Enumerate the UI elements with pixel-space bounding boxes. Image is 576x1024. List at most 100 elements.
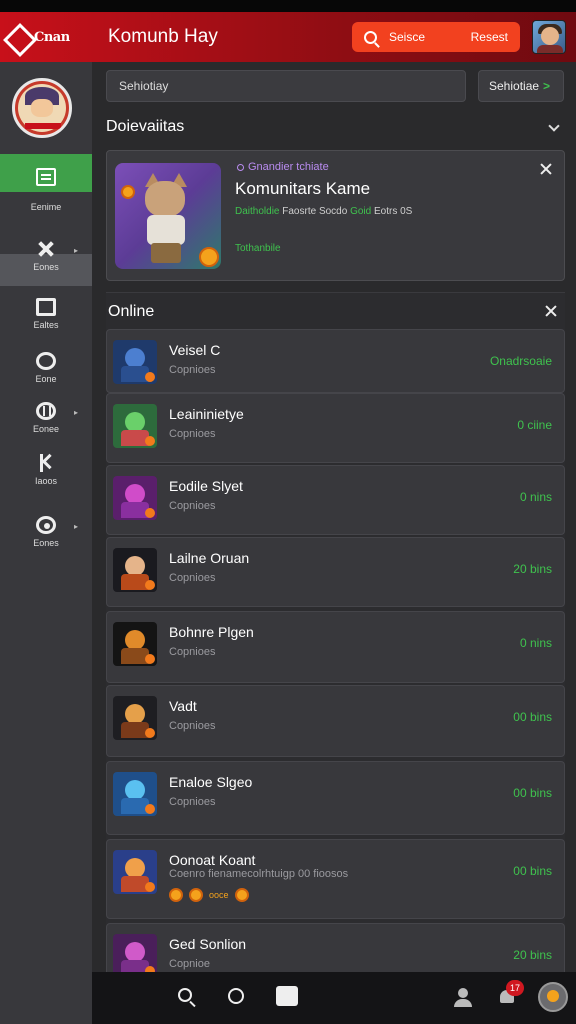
coin-icon (121, 185, 135, 199)
list-item-subtitle: Copnioes (169, 646, 216, 658)
reset-label[interactable]: Resest (471, 30, 508, 44)
status-text: 20 bins (513, 948, 552, 962)
coin-icon (234, 888, 249, 902)
sidebar-item-steam[interactable]: ▸ Eones (0, 516, 92, 572)
home-circle-icon[interactable] (228, 988, 244, 1004)
sidebar-item-eone[interactable]: Eone (0, 352, 92, 408)
art-character-torso (147, 215, 185, 245)
sidebar: Eenime ▸ Eones Ealtes Eone ▸ Eonee Iaoos… (0, 62, 92, 1024)
profile-avatar-face (31, 99, 53, 117)
thumb-head (125, 704, 145, 724)
thumb-head (125, 412, 145, 432)
globe-icon (36, 402, 56, 420)
game-thumbnail (113, 696, 157, 740)
thumb-head (125, 484, 145, 504)
steam-icon (36, 516, 56, 534)
list-item-name: Ged Sonlion (169, 936, 247, 952)
search-icon[interactable] (178, 988, 192, 1002)
sidebar-item-eones[interactable]: ▸ Eones (0, 240, 92, 296)
sidebar-item-label: Iaoos (34, 476, 58, 486)
game-thumbnail (113, 404, 157, 448)
filter-input[interactable]: Sehiotiay (106, 70, 466, 102)
sidebar-item-eonee[interactable]: ▸ Eonee (0, 402, 92, 458)
square-icon[interactable] (276, 986, 298, 1006)
list-item[interactable]: Vadt Copnioes 00 bins (106, 685, 565, 757)
list-item-name: Bohnre Plgen (169, 624, 254, 640)
status-text: 00 bins (513, 864, 552, 878)
coins-label: ooce (209, 890, 229, 900)
avatar-body (537, 45, 563, 53)
tag-dot-icon (237, 163, 244, 171)
list-item[interactable]: Bohnre Plgen Copnioes 0 nins (106, 611, 565, 683)
thumb-head (125, 942, 145, 962)
filter-button[interactable]: Sehiotiae > (478, 70, 564, 102)
featured-tag-label: Gnandier tchiate (248, 161, 329, 173)
crossed-swords-icon (36, 240, 56, 258)
profile-avatar[interactable] (12, 78, 72, 138)
game-thumbnail (113, 340, 157, 384)
coin-icon (145, 804, 155, 814)
list-item[interactable]: Leaininietye Copnioes 0 ciine (106, 393, 565, 463)
featured-game-desc: Daitholdie Faosrte Socdo Goid Eotrs 0S (235, 206, 412, 217)
section-title: Doievaiitas (106, 118, 185, 135)
featured-game-card[interactable]: Gnandier tchiate Komunitars Kame Daithol… (106, 150, 565, 281)
list-item-subtitle: Coenro fienamecolrhtuigp 00 fioosos (169, 868, 349, 880)
list-item-name: Vadt (169, 698, 197, 714)
online-title: Online (108, 303, 155, 320)
desc-text: Faosrte Socdo (279, 206, 351, 217)
coin-icon (145, 436, 155, 446)
game-thumbnail (113, 548, 157, 592)
list-item[interactable]: Enaloe Slgeo Copnioes 00 bins (106, 761, 565, 835)
app-logo[interactable]: Cnan (6, 24, 80, 50)
status-text: 00 bins (513, 710, 552, 724)
list-item[interactable]: Veisel C Copnioes Onadrsoaie (106, 329, 565, 393)
filter-button-label: Sehiotiae (489, 79, 540, 93)
main-content: Sehiotiay Sehiotiae > Doievaiitas Gnandi… (92, 62, 576, 997)
logo-text: Cnan (34, 29, 70, 45)
status-strip (0, 0, 576, 12)
sidebar-item-label: Ealtes (33, 320, 59, 330)
thumb-head (125, 858, 145, 878)
filter-input-value: Sehiotiay (119, 79, 169, 93)
desc-text: Eotrs 0S (371, 206, 413, 217)
user-icon[interactable] (454, 988, 472, 1008)
close-icon[interactable] (545, 305, 557, 317)
chevron-right-icon: ▸ (73, 408, 78, 417)
chevron-down-icon[interactable] (548, 120, 560, 132)
coins-row: ooce (169, 888, 249, 902)
avatar-face (541, 27, 559, 45)
coin-icon (145, 372, 155, 382)
list-item-name: Eodile Slyet (169, 478, 243, 494)
close-icon[interactable] (540, 163, 552, 175)
list-item[interactable]: Eodile Slyet Copnioes 0 nins (106, 465, 565, 535)
list-item-subtitle: Copnioes (169, 572, 216, 584)
coin-icon (189, 888, 203, 902)
sidebar-item-eenime[interactable]: Eenime (0, 168, 92, 224)
sidebar-item-label: Eone (35, 374, 57, 384)
list-item-subtitle: Copnioes (169, 500, 216, 512)
game-thumbnail (113, 772, 157, 816)
app-header: Cnan Komunb Hay Seisce Resest (0, 12, 576, 62)
list-item-subtitle: Copnioes (169, 796, 216, 808)
thumb-head (125, 556, 145, 576)
notification-badge: 17 (506, 980, 524, 996)
coin-icon (145, 882, 155, 892)
art-character-head (145, 181, 185, 217)
list-item[interactable]: Oonoat Koant Coenro fienamecolrhtuigp 00 … (106, 839, 565, 919)
list-item[interactable]: Lailne Oruan Copnioes 20 bins (106, 537, 565, 607)
coin-icon (145, 580, 155, 590)
featured-game-name: Komunitars Kame (235, 179, 371, 198)
search-button[interactable]: Seisce Resest (352, 22, 520, 52)
user-avatar[interactable] (532, 20, 566, 54)
sidebar-item-iaoos[interactable]: Iaoos (0, 454, 92, 510)
sidebar-item-label: Eonee (32, 424, 60, 434)
desc-highlight: Daitholdie (235, 206, 280, 217)
sidebar-item-ealtes[interactable]: Ealtes (0, 298, 92, 354)
chevron-right-icon: > (543, 79, 551, 93)
coin-icon (169, 888, 183, 902)
status-text: 0 nins (519, 490, 552, 504)
list-item-name: Veisel C (169, 342, 221, 358)
profile-avatar-small[interactable] (538, 982, 568, 1012)
list-item-subtitle: Copnioes (169, 428, 216, 440)
featured-game-status: Tothanbile (235, 243, 281, 254)
